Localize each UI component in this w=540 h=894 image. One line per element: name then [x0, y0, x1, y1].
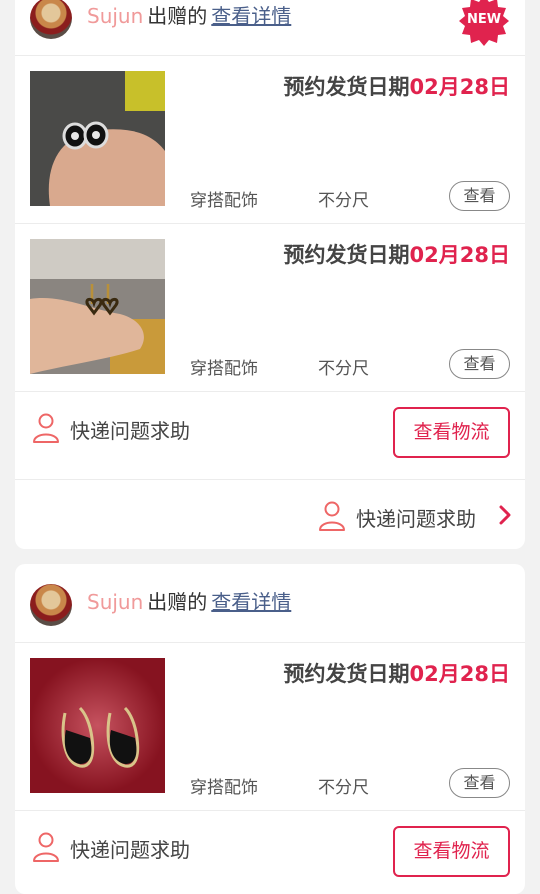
user-outline-icon: [319, 501, 345, 531]
item-category: 穿搭配饰: [190, 778, 258, 798]
new-badge-label: NEW: [466, 12, 502, 27]
avatar[interactable]: [30, 584, 72, 626]
user-outline-icon[interactable]: [32, 413, 60, 443]
order-card-2: Sujun 出赠的 查看详情 预约发货日期02月28日 穿搭配饰 不分尺 查看 快递…: [15, 564, 525, 894]
view-button[interactable]: 查看: [449, 181, 510, 211]
help-label[interactable]: 快递问题求助: [70, 834, 190, 863]
item-size: 不分尺: [318, 778, 369, 798]
user-outline-icon[interactable]: [32, 832, 60, 862]
header-text: Sujun 出赠的 查看详情: [87, 588, 291, 616]
ship-date-label: 预约发货日期02月28日: [284, 658, 510, 688]
nickname[interactable]: Sujun: [87, 4, 143, 28]
order-item[interactable]: 预约发货日期02月28日 穿搭配饰 不分尺 查看: [15, 56, 525, 224]
order-item[interactable]: 预约发货日期02月28日 穿搭配饰 不分尺 查看: [15, 643, 525, 811]
order-card-1: Sujun 出赠的 查看详情 NEW 预约发货日期02月28日 穿搭配饰 不分尺 查…: [15, 0, 525, 549]
product-image-earrings-black-hoop[interactable]: [30, 658, 165, 793]
product-image-earrings-heart[interactable]: [30, 239, 165, 374]
header-text: Sujun 出赠的 查看详情: [87, 2, 291, 30]
ship-label-text: 预约发货日期: [283, 662, 410, 686]
order-item[interactable]: 预约发货日期02月28日 穿搭配饰 不分尺 查看: [15, 224, 525, 392]
ship-date-label: 预约发货日期02月28日: [284, 71, 510, 101]
chevron-right-icon: [499, 505, 511, 525]
help-row: 快递问题求助 查看物流: [15, 392, 525, 480]
nickname[interactable]: Sujun: [87, 590, 143, 614]
help-label[interactable]: 快递问题求助: [70, 415, 190, 444]
new-badge: NEW: [458, 0, 510, 46]
gift-text: 出赠的: [147, 4, 208, 28]
ship-date: 02月28日: [409, 662, 510, 686]
item-category: 穿搭配饰: [190, 191, 258, 211]
ship-label-text: 预约发货日期: [283, 75, 410, 99]
item-size: 不分尺: [318, 359, 369, 379]
view-details-link[interactable]: 查看详情: [211, 4, 291, 28]
gift-text: 出赠的: [147, 590, 208, 614]
item-category: 穿搭配饰: [190, 359, 258, 379]
product-image-earrings-round[interactable]: [30, 71, 165, 206]
avatar[interactable]: [30, 0, 72, 39]
bottom-help-label: 快递问题求助: [356, 507, 476, 531]
item-size: 不分尺: [318, 191, 369, 211]
ship-label-text: 预约发货日期: [283, 243, 410, 267]
bottom-help-row[interactable]: 快递问题求助: [15, 480, 525, 549]
card-header: Sujun 出赠的 查看详情 NEW: [15, 0, 525, 56]
ship-date: 02月28日: [409, 75, 510, 99]
view-logistics-button[interactable]: 查看物流: [393, 826, 510, 877]
card-header: Sujun 出赠的 查看详情: [15, 564, 525, 643]
ship-date: 02月28日: [409, 243, 510, 267]
view-logistics-button[interactable]: 查看物流: [393, 407, 510, 458]
view-button[interactable]: 查看: [449, 768, 510, 798]
view-details-link[interactable]: 查看详情: [211, 590, 291, 614]
help-row: 快递问题求助 查看物流: [15, 811, 525, 894]
view-button[interactable]: 查看: [449, 349, 510, 379]
ship-date-label: 预约发货日期02月28日: [284, 239, 510, 269]
